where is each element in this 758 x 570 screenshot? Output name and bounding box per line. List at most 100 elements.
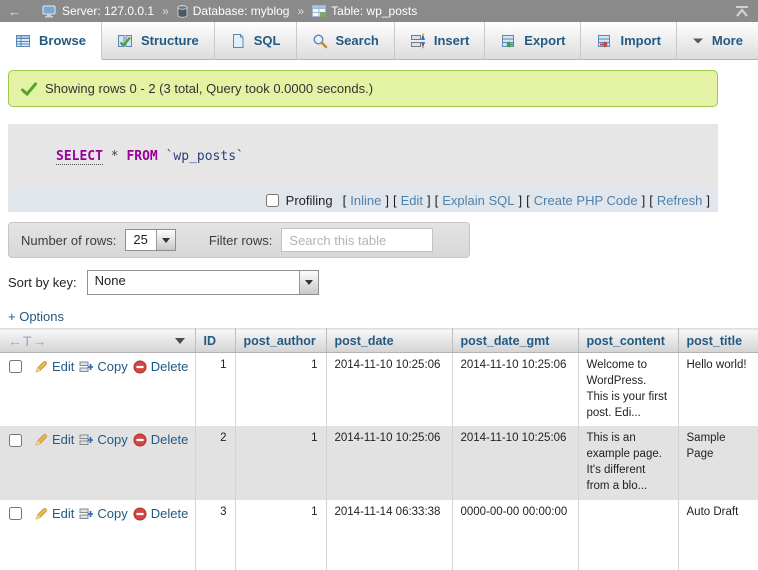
column-header-post-title[interactable]: post_title (678, 329, 758, 353)
breadcrumb-table[interactable]: Table: wp_posts (312, 4, 417, 18)
sort-key-select[interactable]: None (87, 270, 319, 295)
sql-query-area: SELECT * FROM `wp_posts` (8, 124, 718, 188)
table-header-row: ←T→ ID post_author post_date post_date_g… (0, 329, 758, 353)
rows-per-page-select[interactable]: 25 (125, 229, 175, 251)
column-header-post-content[interactable]: post_content (578, 329, 678, 353)
edit-link[interactable]: Edit (34, 505, 74, 523)
cell-post-author: 1 (235, 500, 326, 570)
breadcrumb-database[interactable]: Database: myblog (177, 4, 290, 18)
search-icon (312, 33, 328, 49)
breadcrumb-separator: » (162, 4, 169, 18)
breadcrumb-server[interactable]: Server: 127.0.0.1 (42, 4, 154, 18)
row-checkbox[interactable] (9, 507, 22, 520)
server-icon (42, 5, 57, 18)
success-check-icon (21, 82, 37, 96)
cell-post-date-gmt: 2014-11-10 10:25:06 (452, 353, 578, 427)
tab-sql[interactable]: SQL (215, 22, 297, 60)
column-header-post-author[interactable]: post_author (235, 329, 326, 353)
breadcrumb-table-label: Table: wp_posts (331, 4, 417, 18)
tab-more-label: More (712, 33, 743, 48)
column-header-actions[interactable]: ←T→ (0, 329, 195, 353)
copy-link[interactable]: Copy (79, 431, 127, 449)
row-actions-cell: Edit Copy Delete (0, 500, 195, 570)
cell-post-date-gmt: 2014-11-10 10:25:06 (452, 426, 578, 499)
tab-structure-label: Structure (141, 33, 199, 48)
copy-icon (79, 507, 93, 521)
cell-post-content: This is an example page. It's different … (578, 426, 678, 499)
column-header-id[interactable]: ID (195, 329, 235, 353)
filter-rows-input[interactable] (281, 228, 433, 252)
actions-dropdown-icon[interactable] (175, 338, 185, 344)
tab-search-label: Search (336, 33, 379, 48)
row-checkbox[interactable] (9, 360, 22, 373)
chevron-down-icon (692, 37, 704, 45)
copy-icon (79, 360, 93, 374)
sql-icon (230, 33, 246, 49)
bracket: ] (642, 193, 646, 208)
bracket: [ (343, 193, 347, 208)
tab-insert[interactable]: Insert (395, 22, 485, 60)
tab-browse[interactable]: Browse (0, 22, 102, 60)
rows-per-page-value: 25 (126, 230, 155, 250)
delete-icon (133, 360, 147, 374)
copy-link-label: Copy (97, 431, 127, 449)
explain-sql-link[interactable]: Explain SQL (442, 193, 514, 208)
tab-import[interactable]: Import (581, 22, 676, 60)
cell-post-title: Auto Draft (678, 500, 758, 570)
export-icon (500, 33, 516, 49)
sql-footer: Profiling [ Inline ] [ Edit ] [ Explain … (8, 188, 718, 212)
number-of-rows-label: Number of rows: (21, 233, 116, 248)
edit-link-label: Edit (52, 505, 74, 523)
row-actions-cell: Edit Copy Delete (0, 426, 195, 499)
delete-link[interactable]: Delete (133, 358, 189, 376)
database-icon (177, 5, 188, 18)
copy-link-label: Copy (97, 358, 127, 376)
bracket: [ (393, 193, 397, 208)
options-toggle-link[interactable]: + Options (8, 309, 64, 324)
select-arrow-button (156, 230, 175, 250)
tab-export[interactable]: Export (485, 22, 581, 60)
delete-icon (133, 433, 147, 447)
edit-link[interactable]: Edit (34, 431, 74, 449)
profiling-checkbox[interactable] (266, 194, 279, 207)
cell-post-content (578, 500, 678, 570)
status-message: Showing rows 0 - 2 (3 total, Query took … (8, 70, 718, 107)
sort-row: Sort by key: None (8, 270, 750, 295)
browse-icon (15, 33, 31, 49)
status-message-text: Showing rows 0 - 2 (3 total, Query took … (45, 81, 373, 96)
delete-link[interactable]: Delete (133, 505, 189, 523)
table-row: Edit Copy Delete 3 1 2014-11-14 06:33:38… (0, 500, 758, 570)
cell-post-date-gmt: 0000-00-00 00:00:00 (452, 500, 578, 570)
tab-structure[interactable]: Structure (102, 22, 215, 60)
tab-bar: Browse Structure SQL Search Insert Expor… (0, 22, 758, 60)
edit-query-link[interactable]: Edit (401, 193, 423, 208)
bracket: ] (427, 193, 431, 208)
tab-more[interactable]: More (677, 22, 758, 60)
import-icon (596, 33, 612, 49)
column-header-post-date-gmt[interactable]: post_date_gmt (452, 329, 578, 353)
breadcrumb-database-label: Database: myblog (193, 4, 290, 18)
delete-icon (133, 507, 147, 521)
inline-link[interactable]: Inline (350, 193, 381, 208)
copy-link[interactable]: Copy (79, 505, 127, 523)
column-header-post-date[interactable]: post_date (326, 329, 452, 353)
copy-link[interactable]: Copy (79, 358, 127, 376)
collapse-top-icon[interactable] (734, 5, 750, 18)
edit-link-label: Edit (52, 431, 74, 449)
delete-link[interactable]: Delete (133, 431, 189, 449)
bracket: [ (649, 193, 653, 208)
cell-post-date: 2014-11-14 06:33:38 (326, 500, 452, 570)
refresh-link[interactable]: Refresh (657, 193, 703, 208)
cell-post-content: Welcome to WordPress. This is your first… (578, 353, 678, 427)
table-icon (312, 5, 326, 17)
tab-search[interactable]: Search (297, 22, 395, 60)
cell-post-title: Hello world! (678, 353, 758, 427)
create-php-code-link[interactable]: Create PHP Code (534, 193, 638, 208)
back-arrow-icon[interactable]: ← (8, 4, 21, 19)
edit-link[interactable]: Edit (34, 358, 74, 376)
cell-post-title: Sample Page (678, 426, 758, 499)
rows-filter-bar: Number of rows: 25 Filter rows: (8, 222, 470, 258)
tab-import-label: Import (620, 33, 660, 48)
row-checkbox[interactable] (9, 434, 22, 447)
filter-rows-label: Filter rows: (209, 233, 273, 248)
